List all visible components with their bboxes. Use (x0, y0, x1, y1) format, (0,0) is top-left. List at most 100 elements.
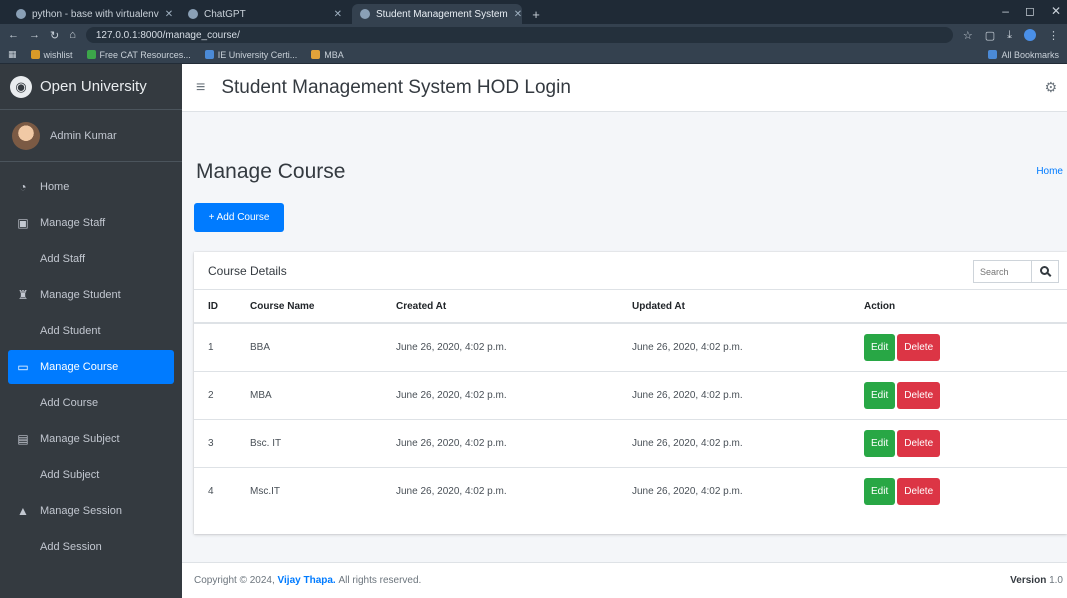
sidebar-item-label: Add Subject (40, 469, 100, 481)
sidebar-item-add-subject[interactable]: Add Subject (8, 458, 174, 492)
sidebar-item-home[interactable]: ◔ Home (8, 170, 174, 204)
top-navbar: ≡ Student Management System HOD Login ⚙ (182, 64, 1067, 112)
sidebar-item-manage-staff[interactable]: ▣ Manage Staff (8, 206, 174, 240)
delete-button[interactable]: Delete (897, 477, 941, 505)
cell-id: 3 (194, 418, 250, 467)
bookmarks-bar: ▦ wishlist Free CAT Resources... IE Univ… (0, 46, 1067, 64)
sidebar-item-add-course[interactable]: Add Course (8, 386, 174, 420)
edit-button[interactable]: Edit (864, 429, 896, 457)
home-icon[interactable]: ⌂ (69, 29, 76, 41)
dashboard-icon: ◔ (19, 180, 27, 194)
apps-grid-icon[interactable]: ▦ (8, 49, 17, 60)
version-info: Version 1.0 (1010, 575, 1063, 586)
sidebar-item-label: Add Student (40, 325, 101, 337)
close-window-icon[interactable]: ✕ (1051, 4, 1061, 18)
sidebar-item-manage-student[interactable]: ♜ Manage Student (8, 278, 174, 312)
cell-updated-at: June 26, 2020, 4:02 p.m. (632, 322, 864, 371)
sidebar-item-label: Manage Subject (40, 433, 120, 445)
download-icon[interactable]: ⤓ (1007, 29, 1012, 42)
url-field[interactable]: 127.0.0.1:8000/manage_course/ (85, 27, 953, 43)
browser-tab[interactable]: python - base with virtualenv ✕ (8, 4, 178, 24)
course-table: ID Course Name Created At Updated At Act… (194, 290, 1067, 515)
browser-tabstrip: python - base with virtualenv ✕ ChatGPT … (0, 0, 1067, 24)
chalkboard-teacher-icon: ▣ (17, 216, 29, 230)
cell-created-at: June 26, 2020, 4:02 p.m. (396, 418, 632, 467)
sidebar-item-add-session[interactable]: Add Session (8, 530, 174, 564)
page-title: Manage Course (196, 160, 346, 183)
tab-close-icon[interactable]: ✕ (334, 9, 342, 20)
search-button[interactable] (1031, 260, 1059, 283)
bookmark-item[interactable]: IE University Certi... (204, 50, 297, 60)
footer: Copyright © 2024, Vijay Thapa. All right… (182, 562, 1067, 598)
cell-course-name: BBA (250, 322, 396, 371)
delete-button[interactable]: Delete (897, 429, 941, 457)
reload-icon[interactable]: ↻ (50, 29, 59, 42)
cell-action: Edit Delete (864, 322, 1067, 371)
edit-button[interactable]: Edit (864, 333, 896, 361)
delete-button[interactable]: Delete (897, 381, 941, 409)
grid-icon (16, 541, 30, 553)
browser-tab[interactable]: ChatGPT ✕ (180, 4, 350, 24)
column-header: Updated At (632, 290, 864, 324)
avatar (12, 121, 40, 150)
table-header-row: ID Course Name Created At Updated At Act… (194, 290, 1067, 324)
edit-button[interactable]: Edit (864, 381, 896, 409)
browser-tab-active[interactable]: Student Management System ✕ (352, 4, 522, 24)
extensions-icon[interactable]: ▢ (985, 29, 995, 42)
sidebar-item-manage-course[interactable]: ▭ Manage Course (8, 350, 174, 384)
user-panel[interactable]: Admin Kumar (0, 110, 182, 162)
forward-icon[interactable]: → (29, 29, 40, 41)
bookmark-favicon-icon (30, 50, 40, 59)
all-bookmarks[interactable]: All Bookmarks (988, 50, 1059, 60)
profile-icon[interactable] (1024, 29, 1036, 41)
hamburger-menu-icon[interactable]: ≡ (196, 79, 205, 97)
user-graduate-icon: ♜ (17, 288, 29, 302)
table-row: 1 BBA June 26, 2020, 4:02 p.m. June 26, … (194, 322, 1067, 371)
add-course-button[interactable]: + Add Course (194, 203, 284, 232)
grid-icon (16, 253, 30, 265)
card-title: Course Details (208, 263, 287, 278)
bookmark-favicon-icon (204, 50, 214, 59)
brand-name: Open University (40, 78, 147, 95)
book-icon: ▤ (17, 432, 29, 446)
maximize-icon[interactable]: ◻ (1025, 4, 1035, 18)
cell-created-at: June 26, 2020, 4:02 p.m. (396, 370, 632, 419)
author-link[interactable]: Vijay Thapa. (278, 575, 336, 586)
brand-link[interactable]: ◉ Open University (0, 64, 182, 110)
grid-icon (16, 325, 30, 337)
breadcrumb-home[interactable]: Home (1036, 166, 1063, 177)
cell-created-at: June 26, 2020, 4:02 p.m. (396, 466, 632, 515)
copyright-text: Copyright © 2024, (194, 575, 275, 586)
sidebar-item-add-staff[interactable]: Add Staff (8, 242, 174, 276)
version-label: Version (1010, 575, 1047, 586)
bookmark-item[interactable]: MBA (311, 50, 344, 60)
column-header: Course Name (250, 290, 396, 324)
new-tab-button[interactable]: + (524, 4, 548, 24)
cell-course-name: Bsc. IT (250, 418, 396, 467)
bookmark-item[interactable]: wishlist (30, 50, 73, 60)
tab-close-icon[interactable]: ✕ (165, 9, 173, 20)
sidebar-item-manage-subject[interactable]: ▤ Manage Subject (8, 422, 174, 456)
bookmark-item[interactable]: Free CAT Resources... (86, 50, 191, 60)
grid-icon (16, 469, 30, 481)
cell-created-at: June 26, 2020, 4:02 p.m. (396, 322, 632, 371)
cell-action: Edit Delete (864, 466, 1067, 515)
search-input[interactable] (973, 260, 1031, 283)
cell-action: Edit Delete (864, 418, 1067, 467)
delete-button[interactable]: Delete (897, 333, 941, 361)
sidebar: ◉ Open University Admin Kumar ◔ Home ▣ M… (0, 64, 182, 598)
minimize-icon[interactable]: – (1002, 4, 1009, 18)
sidebar-item-add-student[interactable]: Add Student (8, 314, 174, 348)
gear-icon[interactable]: ⚙ (1044, 79, 1057, 96)
back-icon[interactable]: ← (8, 29, 19, 41)
tab-close-icon[interactable]: ✕ (514, 9, 522, 20)
search-icon (1039, 266, 1049, 275)
column-header: ID (194, 290, 250, 324)
menu-dots-icon[interactable]: ⋮ (1048, 29, 1059, 42)
window-controls: – ◻ ✕ (1002, 4, 1061, 18)
bookmark-star-icon[interactable]: ☆ (963, 29, 973, 42)
tab-favicon-icon (16, 9, 26, 19)
content-header: Manage Course Home (182, 112, 1067, 202)
sidebar-item-manage-session[interactable]: ▲ Manage Session (8, 494, 174, 528)
edit-button[interactable]: Edit (864, 477, 896, 505)
